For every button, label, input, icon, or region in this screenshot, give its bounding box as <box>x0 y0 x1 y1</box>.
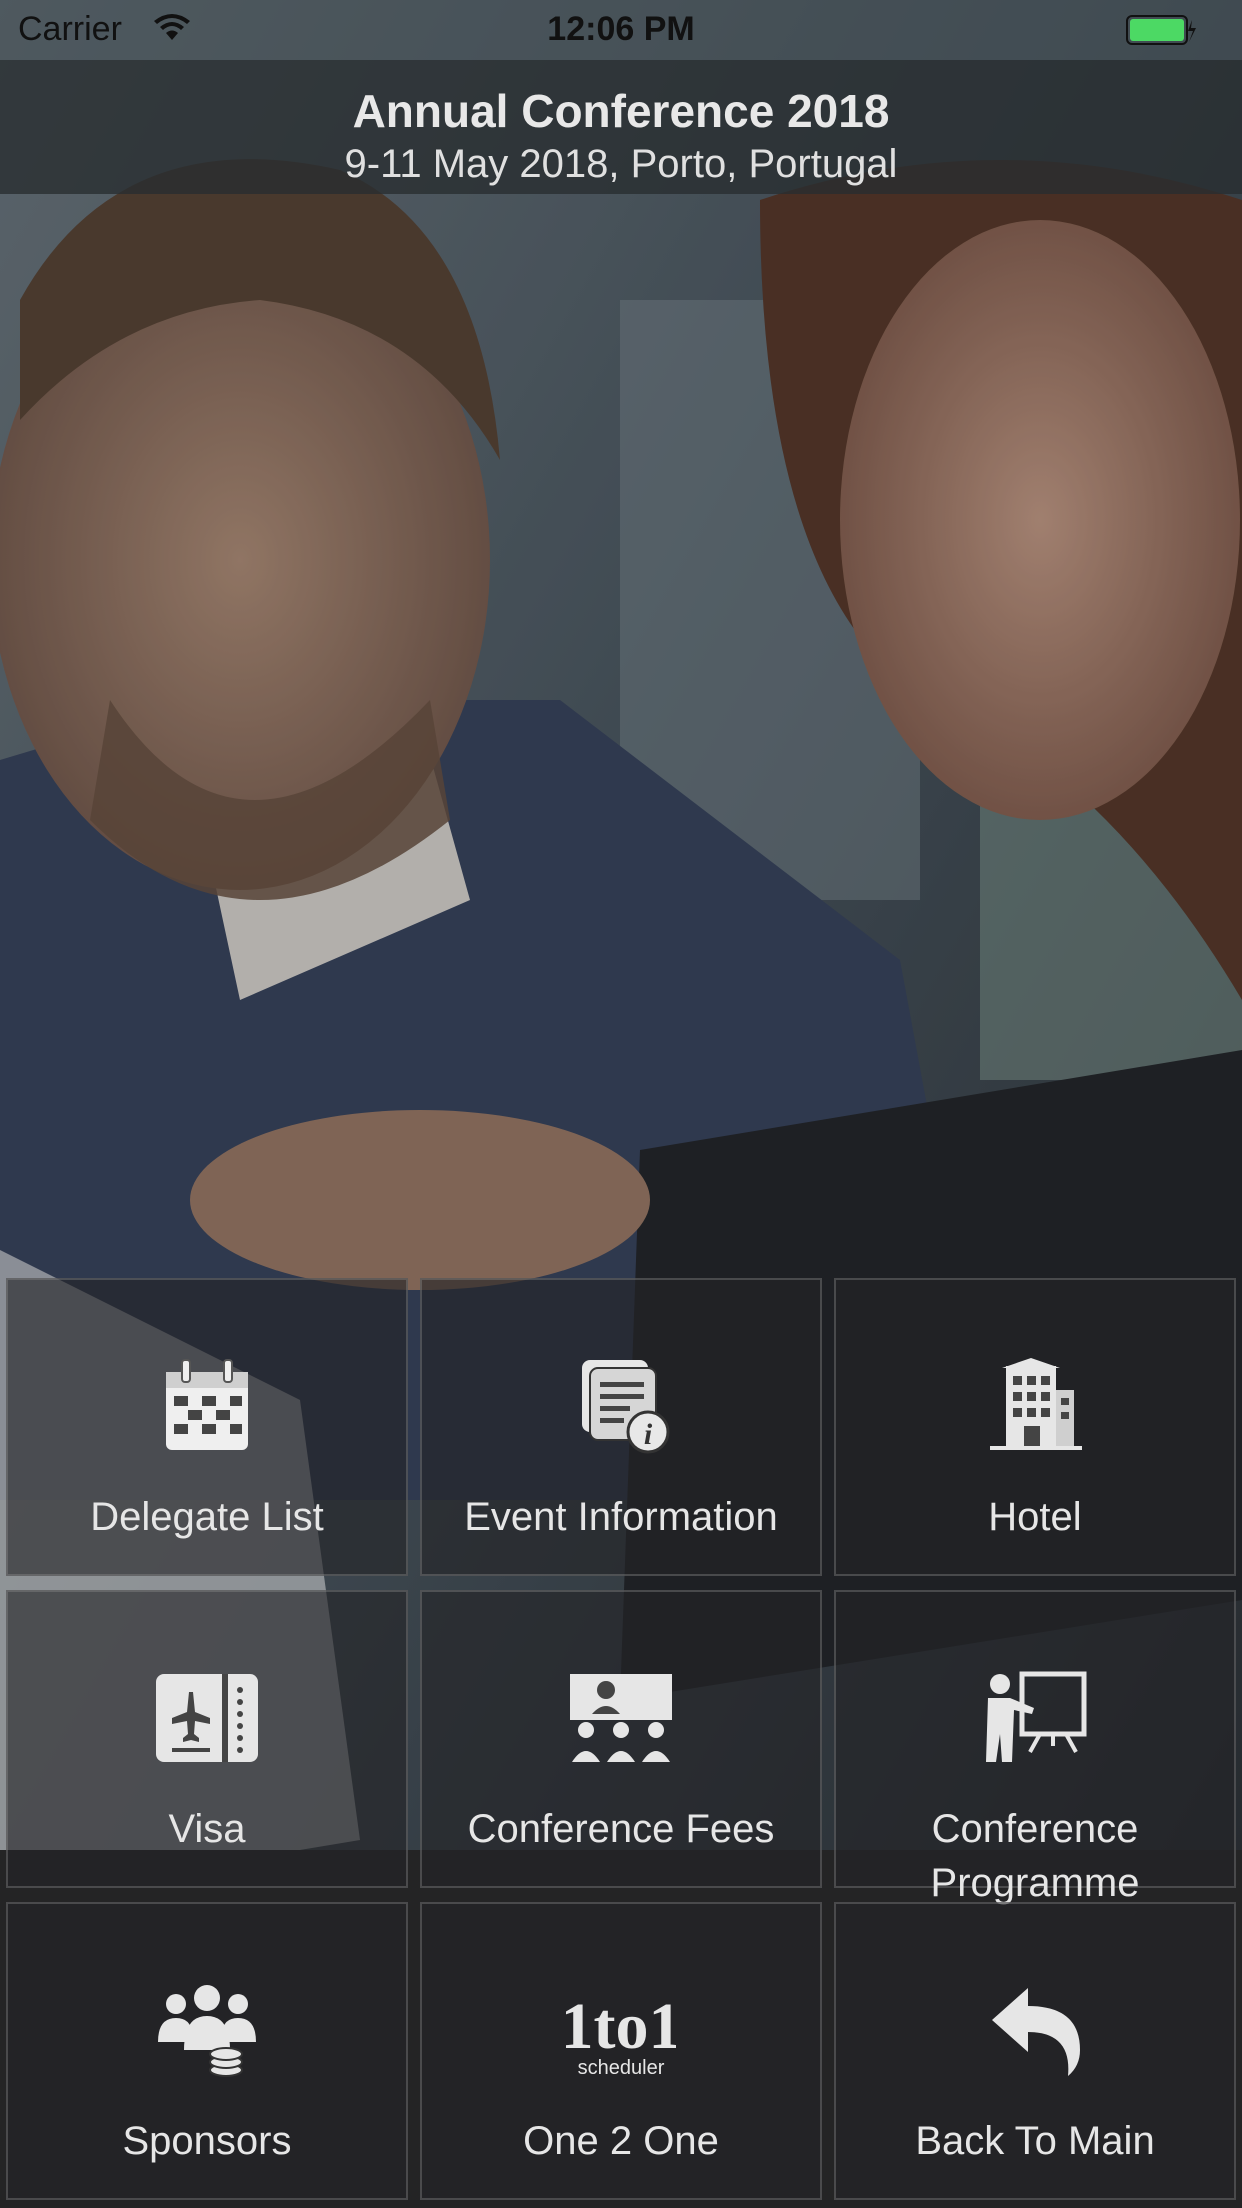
menu-item-label-line1: Conference <box>931 1807 1139 1851</box>
conference-subtitle: 9-11 May 2018, Porto, Portugal <box>344 142 898 186</box>
menu-item-label: Hotel <box>988 1495 1082 1539</box>
menu-item-back-to-main[interactable]: Back To Main <box>834 1902 1236 2200</box>
menu-item-conference-fees[interactable]: Conference Fees <box>420 1590 822 1888</box>
menu-grid: Delegate List i Event Information Hotel … <box>0 1276 1242 2208</box>
menu-item-delegate-list[interactable]: Delegate List <box>6 1278 408 1576</box>
status-time: 12:06 PM <box>547 10 695 48</box>
menu-item-one-2-one[interactable]: 1to1 scheduler One 2 One <box>420 1902 822 2200</box>
scheduler-logo-main: 1to1 <box>566 1990 676 2063</box>
menu-item-label: Visa <box>168 1807 246 1851</box>
conference-header: Annual Conference 2018 9-11 May 2018, Po… <box>0 60 1242 194</box>
menu-item-sponsors[interactable]: Sponsors <box>6 1902 408 2200</box>
menu-item-label: Delegate List <box>90 1495 324 1539</box>
conference-title: Annual Conference 2018 <box>352 85 890 137</box>
menu-item-label: Event Information <box>464 1495 778 1539</box>
menu-item-label: Back To Main <box>915 2119 1155 2163</box>
audience-presentation-icon <box>570 1674 672 1762</box>
presenter-board-icon <box>986 1671 1087 1762</box>
calendar-icon <box>166 1359 248 1450</box>
info-document-icon: i <box>582 1360 670 1454</box>
menu-item-event-information[interactable]: i Event Information <box>420 1278 822 1576</box>
menu-item-label: Conference Fees <box>467 1807 775 1851</box>
sponsors-group-coins-icon <box>158 1985 256 2077</box>
back-arrow-icon <box>992 1988 1080 2076</box>
menu-item-label: One 2 One <box>523 2119 719 2163</box>
svg-text:i: i <box>644 1418 653 1451</box>
status-bar: Carrier 12:06 PM <box>0 0 1242 60</box>
menu-item-label-line2: Programme <box>930 1861 1140 1905</box>
menu-item-label: Sponsors <box>122 2119 292 2163</box>
menu-item-visa[interactable]: Visa <box>6 1590 408 1888</box>
hotel-building-icon <box>990 1358 1082 1450</box>
passport-icon <box>156 1674 258 1762</box>
one-to-one-scheduler-icon: 1to1 scheduler <box>566 1990 676 2079</box>
menu-item-label: Conference Programme <box>836 1802 1234 1910</box>
menu-item-conference-programme[interactable]: Conference Programme <box>834 1590 1236 1905</box>
battery-icon <box>1126 15 1196 45</box>
app-screen: Carrier 12:06 PM Annual Conference 2018 … <box>0 0 1242 2208</box>
scheduler-logo-sub: scheduler <box>578 2057 665 2079</box>
menu-item-hotel[interactable]: Hotel <box>834 1278 1236 1576</box>
